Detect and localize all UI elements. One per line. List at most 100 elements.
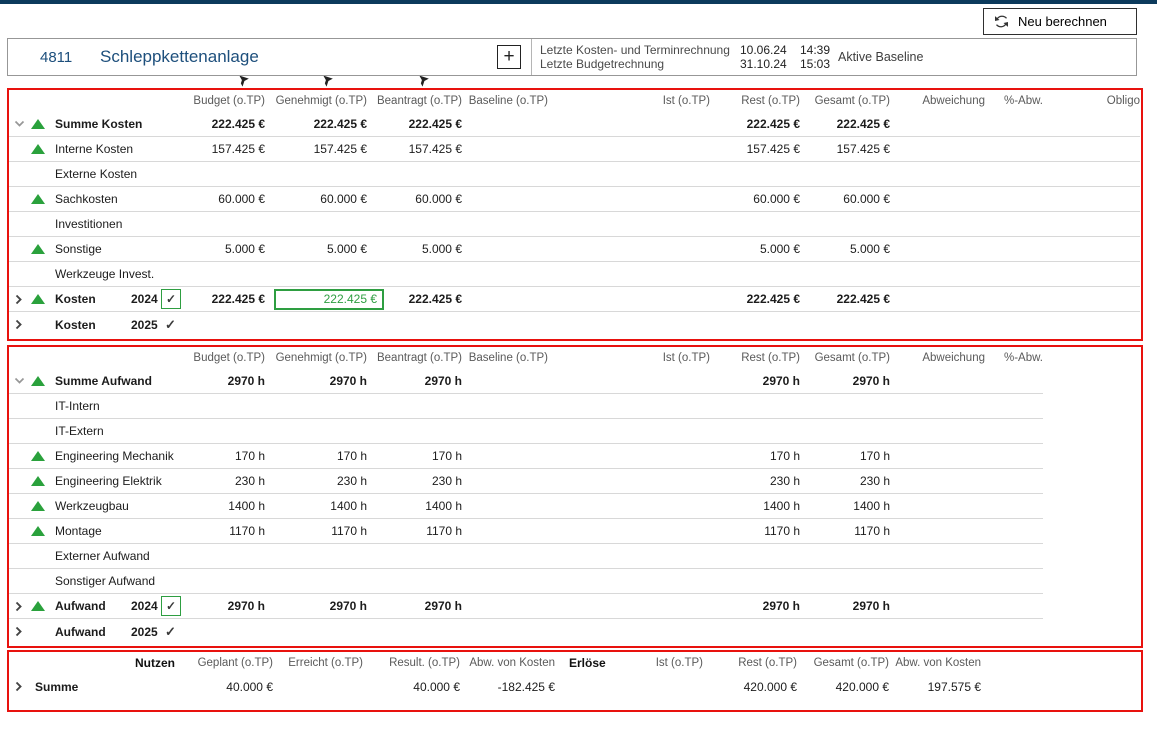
trend-up-icon xyxy=(29,476,55,486)
table-row[interactable]: Externer Aufwand xyxy=(9,544,1043,569)
column-header-baseline: Baseline (o.TP) xyxy=(462,352,548,364)
cell-rest: 230 h xyxy=(710,474,800,488)
cell-genehmigt: 2970 h xyxy=(265,599,367,613)
cell-beantragt: 1170 h xyxy=(367,524,462,538)
table-row[interactable]: Summe Kosten222.425 €222.425 €222.425 €2… xyxy=(9,112,1140,137)
table-row[interactable]: IT-Extern xyxy=(9,419,1043,444)
row-label: IT-Intern xyxy=(55,399,131,413)
expand-toggle[interactable] xyxy=(9,294,29,305)
trend-up-icon xyxy=(29,244,55,254)
row-label: Aufwand xyxy=(55,625,131,639)
cell-budget: 222.425 € xyxy=(187,117,265,131)
cell-genehmigt: 230 h xyxy=(265,474,367,488)
trend-up-icon xyxy=(29,501,55,511)
column-header-budget: Budget (o.TP) xyxy=(187,352,265,364)
recalculate-button[interactable]: Neu berechnen xyxy=(983,8,1137,35)
cell-gesamt: 60.000 € xyxy=(800,192,890,206)
table-row[interactable]: IT-Intern xyxy=(9,394,1043,419)
cell-budget: 2970 h xyxy=(187,374,265,388)
table-row[interactable]: Sonstige5.000 €5.000 €5.000 €5.000 €5.00… xyxy=(9,237,1140,262)
column-header-abw_von_kosten_2: Abw. von Kosten xyxy=(889,657,981,669)
row-label: Investitionen xyxy=(55,217,131,231)
row-label: Engineering Elektrik xyxy=(55,474,131,488)
checkbox-box[interactable]: ✓ xyxy=(161,289,181,309)
last-calc-time: 14:39 xyxy=(800,43,830,57)
cell-gesamt: 230 h xyxy=(800,474,890,488)
table-row[interactable]: Aufwand2025✓ xyxy=(9,619,1043,644)
table-row[interactable]: Summe Aufwand2970 h2970 h2970 h2970 h297… xyxy=(9,369,1043,394)
column-header-erloese: Erlöse xyxy=(555,656,617,670)
chevron-down-icon xyxy=(14,120,25,128)
cell-rest: 60.000 € xyxy=(710,192,800,206)
column-header-baseline: Baseline (o.TP) xyxy=(462,95,548,107)
column-header-result: Result. (o.TP) xyxy=(363,657,460,669)
cell-beantragt: 170 h xyxy=(367,449,462,463)
triangle-glyph xyxy=(31,451,45,461)
filter-icon[interactable] xyxy=(416,76,430,88)
row-label: Interne Kosten xyxy=(55,142,131,156)
check-icon[interactable]: ✓ xyxy=(161,317,176,332)
table-row[interactable]: Investitionen xyxy=(9,212,1140,237)
table-row[interactable]: Interne Kosten157.425 €157.425 €157.425 … xyxy=(9,137,1140,162)
expand-toggle[interactable] xyxy=(9,601,29,612)
row-label: Aufwand xyxy=(55,599,131,613)
table-row[interactable]: Aufwand2024✓2970 h2970 h2970 h2970 h2970… xyxy=(9,594,1043,619)
cell-budget: 157.425 € xyxy=(187,142,265,156)
filter-icon[interactable] xyxy=(320,76,334,88)
expand-project-button[interactable]: + xyxy=(497,45,521,69)
year-checkbox[interactable]: ✓ xyxy=(161,316,187,334)
checkbox-box[interactable]: ✓ xyxy=(161,596,181,616)
column-header-gesamt: Gesamt (o.TP) xyxy=(800,352,890,364)
year-checkbox[interactable]: ✓ xyxy=(161,289,187,309)
year-checkbox[interactable]: ✓ xyxy=(161,623,187,641)
column-header-ist: Ist (o.TP) xyxy=(548,95,710,107)
trend-up-icon xyxy=(29,601,55,611)
row-label: Externe Kosten xyxy=(55,167,131,181)
table-row[interactable]: Werkzeuge Invest. xyxy=(9,262,1140,287)
trend-up-icon xyxy=(29,119,55,129)
effort-table: Budget (o.TP)Genehmigt (o.TP)Beantragt (… xyxy=(7,345,1143,648)
table-row[interactable]: Montage1170 h1170 h1170 h1170 h1170 h xyxy=(9,519,1043,544)
cell-gesamt: 420.000 € xyxy=(797,680,889,694)
expand-toggle[interactable] xyxy=(9,319,29,330)
table-row[interactable]: Sachkosten60.000 €60.000 €60.000 €60.000… xyxy=(9,187,1140,212)
table-row[interactable]: Sonstiger Aufwand xyxy=(9,569,1043,594)
column-header-row: NutzenGeplant (o.TP)Erreicht (o.TP)Resul… xyxy=(9,652,981,674)
table-row[interactable]: Engineering Mechanik170 h170 h170 h170 h… xyxy=(9,444,1043,469)
project-id: 4811 xyxy=(40,49,72,66)
column-header-abw_von_kosten: Abw. von Kosten xyxy=(460,657,555,669)
expand-toggle[interactable] xyxy=(9,626,29,637)
cell-budget: 2970 h xyxy=(187,599,265,613)
triangle-glyph xyxy=(31,119,45,129)
table-row[interactable]: Summe40.000 €40.000 €-182.425 €420.000 €… xyxy=(9,674,981,699)
row-label: Sonstiger Aufwand xyxy=(55,574,131,588)
column-header-gesamt: Gesamt (o.TP) xyxy=(800,95,890,107)
cell-genehmigt: 5.000 € xyxy=(265,242,367,256)
cell-rest: 5.000 € xyxy=(710,242,800,256)
table-row[interactable]: Werkzeugbau1400 h1400 h1400 h1400 h1400 … xyxy=(9,494,1043,519)
row-label: Externer Aufwand xyxy=(55,549,131,563)
cell-rest: 222.425 € xyxy=(710,117,800,131)
expand-toggle[interactable] xyxy=(9,377,29,385)
table-row[interactable]: Kosten2024✓222.425 €222.425 €222.425 €22… xyxy=(9,287,1140,312)
filter-icon[interactable] xyxy=(236,76,250,88)
cell-genehmigt: 222.425 € xyxy=(265,289,367,310)
cell-genehmigt: 1170 h xyxy=(265,524,367,538)
check-icon[interactable]: ✓ xyxy=(161,624,176,639)
cell-rest: 157.425 € xyxy=(710,142,800,156)
table-row[interactable]: Externe Kosten xyxy=(9,162,1140,187)
table-row[interactable]: Engineering Elektrik230 h230 h230 h230 h… xyxy=(9,469,1043,494)
row-label: IT-Extern xyxy=(55,424,131,438)
cell-rest: 2970 h xyxy=(710,599,800,613)
column-header-ist: Ist (o.TP) xyxy=(548,352,710,364)
cell-result: 40.000 € xyxy=(363,680,460,694)
cell-budget: 1170 h xyxy=(187,524,265,538)
column-header-ist: Ist (o.TP) xyxy=(617,657,703,669)
expand-toggle[interactable] xyxy=(9,120,29,128)
summary-table: NutzenGeplant (o.TP)Erreicht (o.TP)Resul… xyxy=(7,650,1143,712)
table-row[interactable]: Kosten2025✓ xyxy=(9,312,1140,337)
year-checkbox[interactable]: ✓ xyxy=(161,596,187,616)
expand-toggle[interactable] xyxy=(9,681,29,692)
cell-genehmigt: 170 h xyxy=(265,449,367,463)
cell-genehmigt: 1400 h xyxy=(265,499,367,513)
